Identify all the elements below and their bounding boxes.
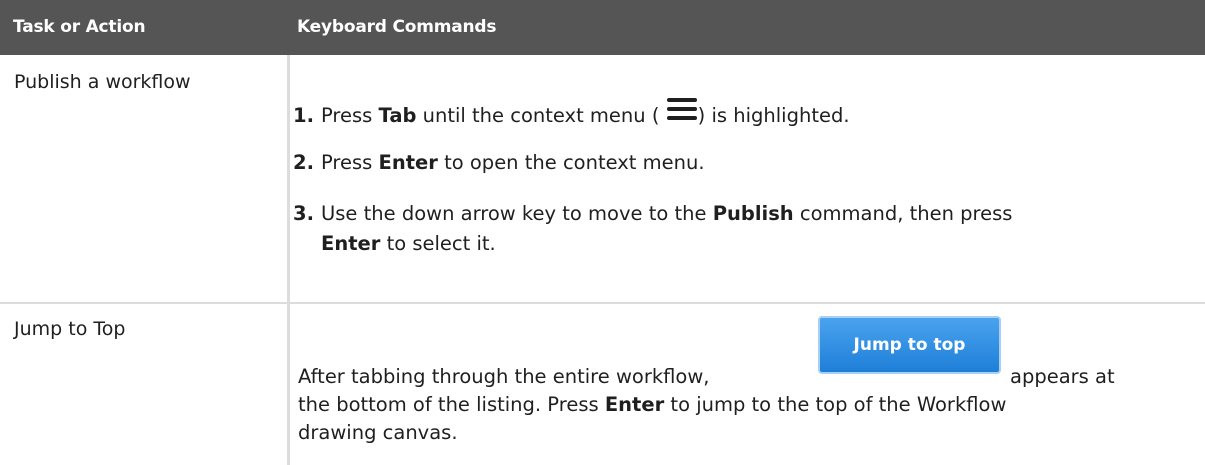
paragraph-text: After tabbing through the entire workflo… [298,365,710,388]
hamburger-menu-icon [666,98,697,120]
key-enter: Enter [321,232,381,255]
column-divider [287,55,290,465]
keyboard-commands-table: Task or Action Keyboard Commands Publish… [0,0,1205,465]
step-text: Press [321,104,379,127]
step-text: command, then press [793,202,1013,225]
task-publish-workflow: Publish a workflow [14,71,191,93]
step-1: 1. Press Tab until the context menu ( ) i… [293,98,1193,131]
column-header-commands: Keyboard Commands [297,17,497,37]
table-header: Task or Action Keyboard Commands [0,0,1205,55]
step-text: to select it. [380,232,496,255]
step-number: 2. [293,151,314,174]
jump-to-top-button[interactable]: Jump to top [818,316,1001,374]
step-text: to open the context menu. [437,151,705,174]
column-header-task: Task or Action [13,17,146,37]
jump-paragraph-line2: the bottom of the listing. Press Enter t… [298,391,1178,419]
step-number: 1. [293,104,314,127]
step-text: Press [321,151,379,174]
row-divider [0,302,1205,304]
paragraph-text: to jump to the top of the Workflow [664,393,1007,416]
paragraph-text: appears at [1010,365,1115,388]
step-text: Use the down arrow key to move to the [321,202,713,225]
key-enter: Enter [604,393,665,416]
paragraph-text: the bottom of the listing. Press [298,393,605,416]
step-text: ) is highlighted. [697,104,850,127]
jump-paragraph-line3: drawing canvas. [298,421,458,444]
key-tab: Tab [378,104,417,127]
step-number: 3. [293,202,314,225]
key-enter: Enter [378,151,438,174]
task-jump-to-top: Jump to Top [14,318,126,340]
step-text: until the context menu ( [416,104,660,127]
key-publish: Publish [712,202,794,225]
step-3: 3. Use the down arrow key to move to the … [293,199,1193,259]
step-2: 2. Press Enter to open the context menu. [293,148,1193,178]
jump-paragraph-line1: After tabbing through the entire workflo… [298,363,1178,391]
